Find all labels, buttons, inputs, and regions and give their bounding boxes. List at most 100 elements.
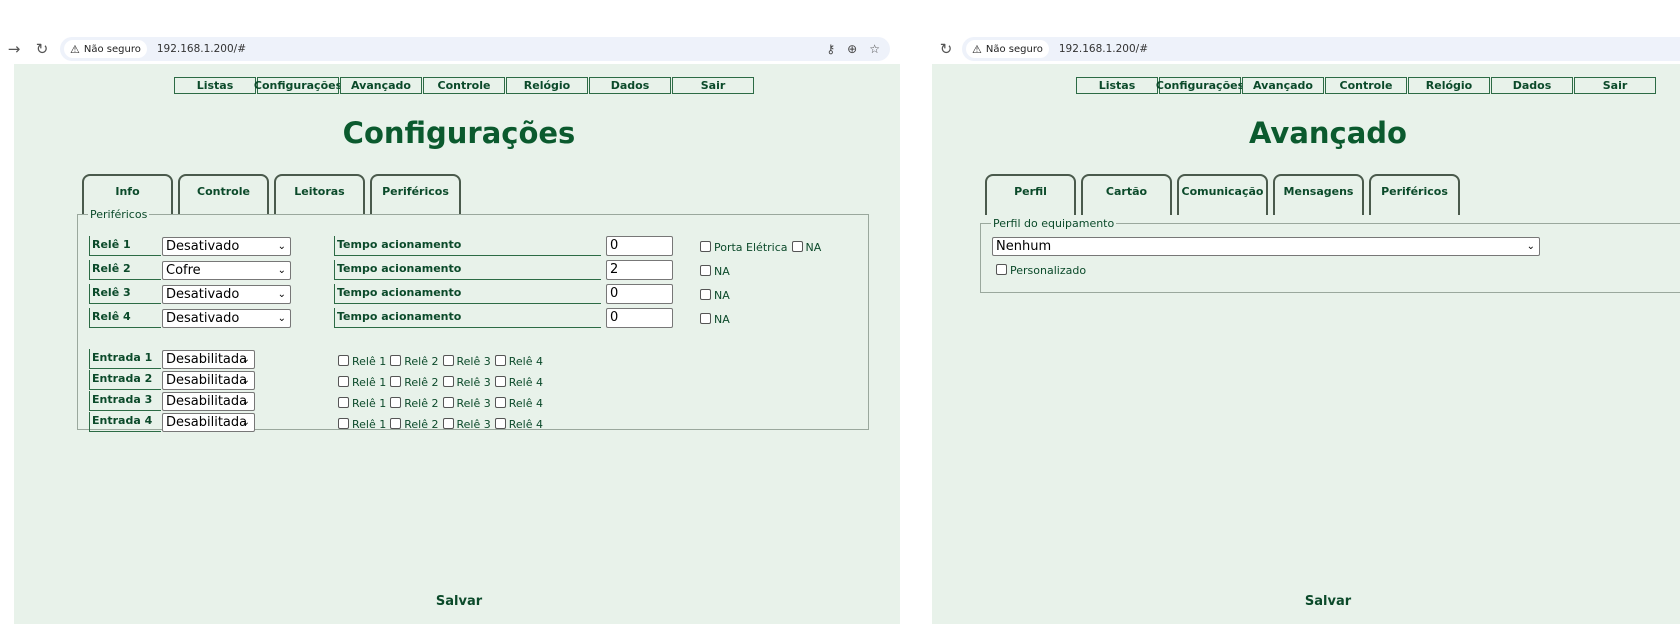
porta-eletrica-checkbox[interactable] (700, 241, 711, 252)
rele-1-time-input[interactable]: 0 (606, 236, 673, 256)
password-key-icon[interactable]: ⚷ (826, 42, 835, 56)
tab-perifericos[interactable]: Periféricos (1369, 174, 1460, 215)
entrada-3-rele-1-checkbox[interactable] (338, 397, 349, 408)
menu-configuracoes[interactable]: Configurações (254, 77, 342, 94)
entrada-4-rele-1-checkbox[interactable] (338, 418, 349, 429)
entrada-2-rele-1-checkbox[interactable] (338, 376, 349, 387)
entrada-4-mode-select[interactable]: Desabilitada ⌄ (162, 413, 255, 432)
entrada-3-rele-2-label: Relê 2 (404, 397, 439, 410)
page-title: Avançado (1249, 116, 1407, 150)
rele-4-na-checkbox[interactable] (700, 313, 711, 324)
menu-controle[interactable]: Controle (1325, 77, 1407, 94)
chevron-down-icon: ⌄ (277, 313, 286, 324)
entrada-3-rele-2-checkbox[interactable] (390, 397, 402, 408)
rele-2-mode-select[interactable]: Cofre ⌄ (162, 261, 291, 280)
bookmark-star-icon[interactable]: ☆ (869, 42, 880, 56)
menu-listas[interactable]: Listas (1076, 77, 1158, 94)
entrada-3-rele-3-checkbox[interactable] (442, 397, 454, 408)
rele-3-mode-value: Desativado (166, 287, 240, 302)
entrada-1-rele-4-label: Relê 4 (508, 355, 543, 368)
menu-controle[interactable]: Controle (423, 77, 505, 94)
entrada-1-rele-4-checkbox[interactable] (494, 355, 506, 366)
warning-icon: ⚠ (70, 42, 80, 56)
entrada-2-label: Entrada 2 (89, 370, 161, 390)
chevron-down-icon: ⌄ (277, 289, 286, 300)
entrada-1-rele-3-checkbox[interactable] (442, 355, 454, 366)
save-button[interactable]: Salvar (932, 594, 1680, 609)
rele-1-na-checkbox[interactable] (791, 241, 803, 252)
chevron-down-icon: ⌄ (1526, 241, 1535, 252)
menu-listas[interactable]: Listas (174, 77, 256, 94)
menu-avancado[interactable]: Avançado (340, 77, 422, 94)
address-bar[interactable]: ⚠ Não seguro 192.168.1.200/# (962, 37, 1680, 61)
entrada-4-rele-2-checkbox[interactable] (390, 418, 402, 429)
forward-icon[interactable]: → (4, 40, 24, 58)
menu-sair[interactable]: Sair (1574, 77, 1656, 94)
entrada-4-relays: Relê 1 Relê 2 Relê 3 Relê 4 (338, 418, 547, 431)
entrada-3-relays: Relê 1 Relê 2 Relê 3 Relê 4 (338, 397, 547, 410)
menu-sair[interactable]: Sair (672, 77, 754, 94)
zoom-icon[interactable]: ⊕ (847, 42, 857, 56)
top-menu: Listas Configurações Avançado Controle R… (174, 77, 754, 94)
entrada-3-mode-select[interactable]: Desabilitada ⌄ (162, 392, 255, 411)
personalizado-option: Personalizado (996, 264, 1086, 277)
rele-3-mode-select[interactable]: Desativado ⌄ (162, 285, 291, 304)
url-text[interactable]: 192.168.1.200/# (1059, 43, 1148, 55)
entrada-1-rele-2-label: Relê 2 (404, 355, 439, 368)
rele-4-options: NA (700, 313, 730, 326)
entrada-2-mode-select[interactable]: Desabilitada ⌄ (162, 371, 255, 390)
entrada-1-mode-select[interactable]: Desabilitada ⌄ (162, 350, 255, 369)
rele-2-time-input[interactable]: 2 (606, 260, 673, 280)
security-chip[interactable]: ⚠ Não seguro (966, 40, 1049, 58)
entrada-2-rele-2-checkbox[interactable] (390, 376, 402, 387)
rele-3-options: NA (700, 289, 730, 302)
entrada-1-label: Entrada 1 (89, 349, 161, 369)
entrada-2-rele-1-label: Relê 1 (352, 376, 387, 389)
tab-perfil[interactable]: Perfil (985, 174, 1076, 215)
menu-dados[interactable]: Dados (1491, 77, 1573, 94)
entrada-2-rele-2-label: Relê 2 (404, 376, 439, 389)
security-chip[interactable]: ⚠ Não seguro (64, 40, 147, 58)
entrada-4-rele-4-checkbox[interactable] (494, 418, 506, 429)
entrada-2-relays: Relê 1 Relê 2 Relê 3 Relê 4 (338, 376, 547, 389)
entrada-3-rele-4-label: Relê 4 (508, 397, 543, 410)
browser-toolbar: ↻ ⚠ Não seguro 192.168.1.200/# (932, 34, 1680, 64)
top-menu: Listas Configurações Avançado Controle R… (1076, 77, 1656, 94)
personalizado-checkbox[interactable] (996, 264, 1007, 275)
rele-2-label: Relê 2 (89, 260, 161, 280)
menu-relogio[interactable]: Relógio (506, 77, 588, 94)
entrada-4-rele-2-label: Relê 2 (404, 418, 439, 431)
rele-1-mode-select[interactable]: Desativado ⌄ (162, 237, 291, 256)
menu-configuracoes[interactable]: Configurações (1156, 77, 1244, 94)
entrada-3-rele-4-checkbox[interactable] (494, 397, 506, 408)
entrada-2-rele-3-checkbox[interactable] (442, 376, 454, 387)
reload-icon[interactable]: ↻ (936, 40, 956, 58)
rele-4-time-input[interactable]: 0 (606, 308, 673, 328)
browser-toolbar: → ↻ ⚠ Não seguro 192.168.1.200/# ⚷ ⊕ ☆ (0, 34, 900, 64)
tab-mensagens[interactable]: Mensagens (1273, 174, 1364, 215)
entrada-1-rele-1-checkbox[interactable] (338, 355, 349, 366)
rele-1-time-label: Tempo acionamento (334, 236, 601, 256)
entrada-1-rele-1-label: Relê 1 (352, 355, 387, 368)
chevron-down-icon: ⌄ (241, 396, 250, 407)
url-text[interactable]: 192.168.1.200/# (157, 43, 246, 55)
entrada-2-rele-4-checkbox[interactable] (494, 376, 506, 387)
rele-3-na-checkbox[interactable] (700, 289, 711, 300)
rele-4-mode-select[interactable]: Desativado ⌄ (162, 309, 291, 328)
menu-dados[interactable]: Dados (589, 77, 671, 94)
rele-2-na-checkbox[interactable] (700, 265, 711, 276)
address-bar[interactable]: ⚠ Não seguro 192.168.1.200/# ⚷ ⊕ ☆ (60, 37, 890, 61)
rele-1-mode-value: Desativado (166, 239, 240, 254)
entrada-1-rele-3-label: Relê 3 (456, 355, 491, 368)
rele-4-na-label: NA (714, 313, 730, 326)
tab-comunicacao[interactable]: Comunicação (1177, 174, 1268, 215)
reload-icon[interactable]: ↻ (32, 40, 52, 58)
entrada-1-rele-2-checkbox[interactable] (390, 355, 402, 366)
tab-cartao[interactable]: Cartão (1081, 174, 1172, 215)
menu-relogio[interactable]: Relógio (1408, 77, 1490, 94)
profile-select[interactable]: Nenhum ⌄ (992, 237, 1540, 256)
rele-3-time-input[interactable]: 0 (606, 284, 673, 304)
menu-avancado[interactable]: Avançado (1242, 77, 1324, 94)
save-button[interactable]: Salvar (14, 594, 900, 609)
entrada-4-rele-3-checkbox[interactable] (442, 418, 454, 429)
